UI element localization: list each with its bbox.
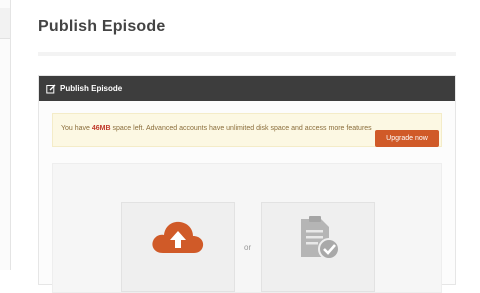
upload-file-option[interactable] (121, 202, 235, 292)
upgrade-now-button[interactable]: Upgrade now (375, 130, 439, 147)
title-divider (38, 52, 456, 56)
publish-panel: Publish Episode You have 46MB space left… (38, 75, 456, 293)
sidebar-item-edge[interactable] (0, 8, 10, 39)
storage-alert-text: You have 46MB space left. Advanced accou… (61, 125, 372, 132)
panel-header-title: Publish Episode (60, 84, 123, 93)
panel-header: Publish Episode (39, 76, 455, 101)
alert-suffix: space left. Advanced accounts have unlim… (110, 125, 372, 132)
left-sidebar-edge (0, 0, 11, 270)
cloud-upload-icon (152, 221, 204, 253)
import-file-option[interactable] (261, 202, 375, 292)
document-check-icon (301, 216, 340, 260)
edit-icon (46, 84, 56, 94)
alert-prefix: You have (61, 125, 92, 132)
upload-options-area: or (52, 163, 442, 293)
page-title: Publish Episode (38, 18, 166, 35)
or-separator: or (244, 243, 252, 252)
storage-quota: 46MB (91, 125, 111, 132)
